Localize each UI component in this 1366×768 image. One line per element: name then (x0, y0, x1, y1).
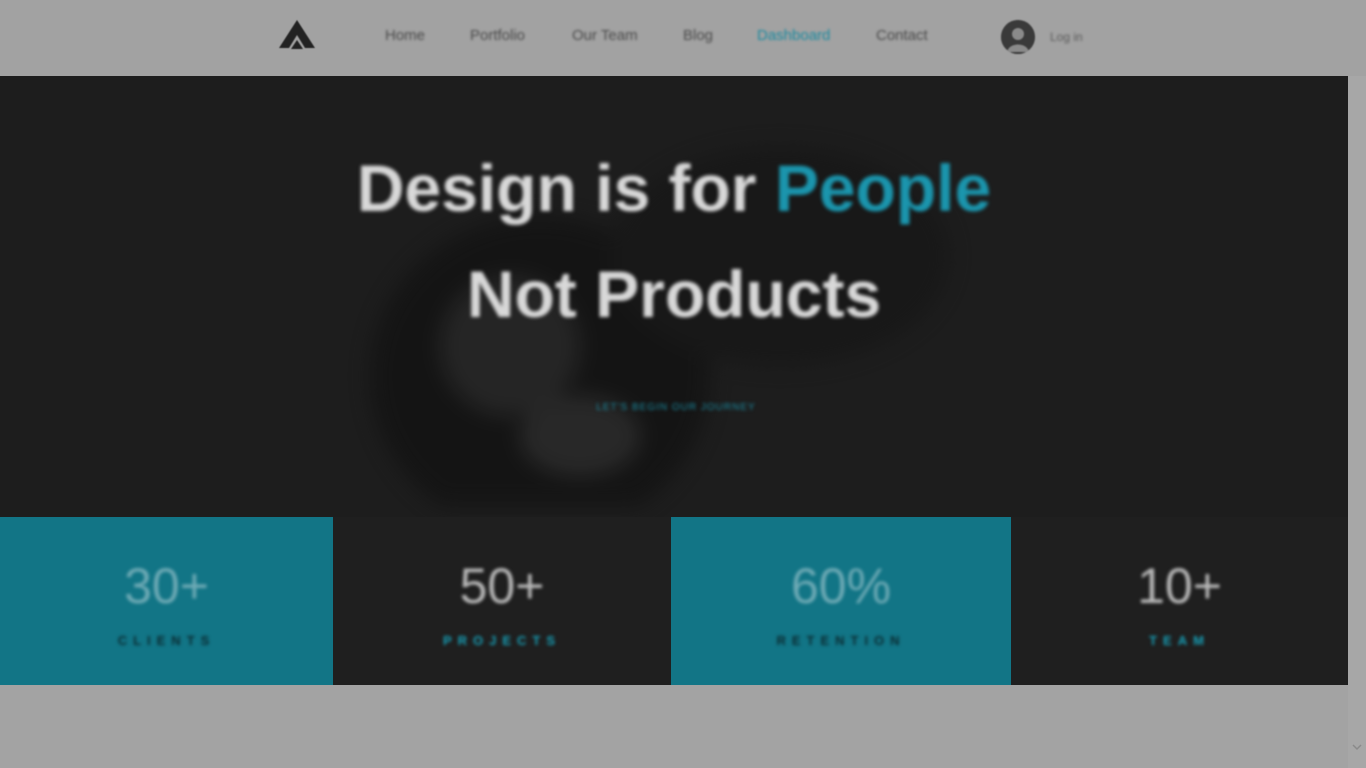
nav-our-team-link[interactable]: Our Team (572, 27, 638, 44)
stat-card-clients: 30+ CLIENTS (0, 517, 333, 685)
nav-dashboard-link[interactable]: Dashboard (757, 27, 830, 44)
hero-title-accent: People (774, 151, 992, 225)
peak-logo-icon[interactable] (277, 18, 317, 52)
hero-title-prefix: Design is for (356, 151, 775, 225)
stat-label: CLIENTS (117, 633, 216, 648)
nav-portfolio-link[interactable]: Portfolio (470, 27, 525, 44)
stat-card-projects: 50+ PROJECTS (333, 517, 671, 685)
stat-card-retention: 60% RETENTION (671, 517, 1011, 685)
stat-label: RETENTION (776, 633, 906, 648)
page-scrollbar[interactable] (1348, 76, 1366, 768)
stat-label: PROJECTS (442, 633, 562, 648)
hero-cta-link[interactable]: LET'S BEGIN OUR JOURNEY (576, 402, 776, 413)
stat-value: 10+ (1137, 558, 1222, 614)
stat-value: 30+ (124, 558, 209, 614)
nav-blog-link[interactable]: Blog (683, 27, 713, 44)
hero-section: Design is for People Not Products LET'S … (0, 76, 1348, 517)
nav-contact-link[interactable]: Contact (876, 27, 928, 44)
login-link[interactable]: Log in (1050, 30, 1083, 44)
top-navbar: Home Portfolio Our Team Blog Dashboard C… (0, 0, 1366, 76)
hero-title-line-2: Not Products (466, 257, 882, 331)
nav-home-link[interactable]: Home (385, 27, 425, 44)
stat-card-team: 10+ TEAM (1011, 517, 1348, 685)
user-avatar-icon[interactable] (1001, 20, 1035, 54)
stat-value: 60% (790, 558, 892, 614)
stat-label: TEAM (1149, 633, 1210, 648)
stat-value: 50+ (459, 558, 545, 614)
scroll-down-arrow-icon[interactable] (1352, 742, 1362, 752)
hero-title-line-1: Design is for People (0, 150, 1348, 226)
